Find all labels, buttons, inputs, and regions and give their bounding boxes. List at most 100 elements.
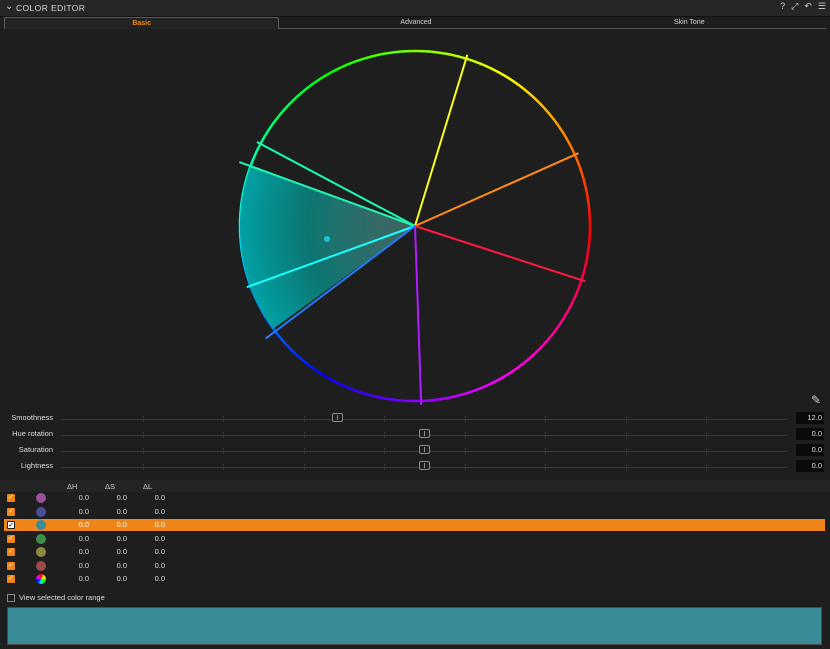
row-checkbox[interactable]: ✓ <box>7 508 15 516</box>
tab-basic[interactable]: Basic <box>4 17 280 29</box>
row-checkbox[interactable]: ✓ <box>7 562 15 570</box>
hue-ring-segment <box>581 268 587 276</box>
hue-ring-segment <box>559 127 565 135</box>
collapse-chevron-icon[interactable]: ⌄ <box>5 1 13 12</box>
table-row[interactable]: ✓ 0.0 0.0 0.0 <box>4 506 825 518</box>
view-selected-checkbox[interactable] <box>7 594 15 603</box>
hue-ring-segment <box>321 72 329 79</box>
row-checkbox[interactable]: ✓ <box>7 548 15 556</box>
hue-ring-segment <box>462 391 470 396</box>
hue-ring-segment <box>570 296 577 305</box>
hue-ring-segment <box>551 328 558 336</box>
delta-s-value: 0.0 <box>116 493 127 502</box>
lightness-value[interactable]: 0.0 <box>796 460 824 472</box>
table-row[interactable]: ✓ 0.0 0.0 0.0 <box>4 546 825 558</box>
eyedropper-icon[interactable]: ✎ <box>811 393 821 407</box>
hue-ring-segment <box>576 159 581 168</box>
reset-icon[interactable]: ↶ <box>804 1 812 12</box>
delta-h-value: 0.0 <box>78 574 89 583</box>
hue-ring-segment <box>272 116 279 124</box>
hue-ring-segment <box>337 64 346 70</box>
color-swatch[interactable] <box>36 507 46 517</box>
hue-ring-segment <box>439 51 447 56</box>
delta-l-value: 0.0 <box>154 574 165 583</box>
hue-ring-segment <box>288 98 295 106</box>
table-row[interactable]: ✓ 0.0 0.0 0.0 <box>4 533 825 545</box>
row-checkbox[interactable]: ✓ <box>7 575 15 583</box>
slider-handle[interactable] <box>331 413 343 422</box>
table-row[interactable]: ✓ 0.0 0.0 0.0 <box>4 492 825 504</box>
hue-ring-segment <box>456 393 464 398</box>
row-checkbox[interactable]: ✓ <box>7 494 15 502</box>
hue-ring-segment <box>586 244 591 252</box>
hue-ring-segment <box>336 381 345 388</box>
tab-skin-tone[interactable]: Skin Tone <box>552 17 826 29</box>
color-wheel[interactable] <box>210 40 620 410</box>
saturation-slider[interactable]: Saturation 0.0 <box>0 444 830 458</box>
hue-ring-segment <box>491 67 499 74</box>
hue-ring-segment <box>301 86 309 93</box>
hue-ring-segment <box>585 250 590 258</box>
color-swatch[interactable] <box>36 534 46 544</box>
table-row[interactable]: ✓ 0.0 0.0 0.0 <box>4 573 825 585</box>
table-row-selected[interactable]: ✓ 0.0 0.0 0.0 <box>4 519 825 531</box>
hue-ring-segment <box>311 79 319 86</box>
hue-ring-segment <box>371 394 379 399</box>
hue-ring-segment <box>484 382 493 388</box>
color-swatch[interactable] <box>36 520 46 530</box>
hue-ring-segment <box>568 143 574 151</box>
hue-ring-segment <box>479 384 487 390</box>
tab-advanced[interactable]: Advanced <box>279 17 553 29</box>
hue-spoke[interactable] <box>414 54 469 227</box>
help-icon[interactable]: ? <box>780 1 785 12</box>
hue-ring-segment <box>551 117 559 125</box>
slider-handle[interactable] <box>418 445 430 454</box>
view-selected-range-toggle[interactable]: View selected color range <box>7 593 105 603</box>
slider-track[interactable] <box>62 419 787 420</box>
hue-ring-segment <box>511 366 519 373</box>
hue-ring-segment <box>521 359 529 366</box>
hue-spoke[interactable] <box>414 152 579 227</box>
smoothness-value[interactable]: 12.0 <box>796 412 824 424</box>
hue-rotation-value[interactable]: 0.0 <box>796 428 824 440</box>
row-checkbox[interactable]: ✓ <box>7 521 15 529</box>
delta-h-value: 0.0 <box>78 493 89 502</box>
delta-l-value: 0.0 <box>154 561 165 570</box>
hue-ring-segment <box>480 62 488 68</box>
hue-ring-segment <box>279 107 287 115</box>
hue-spoke[interactable] <box>414 225 586 283</box>
row-checkbox[interactable]: ✓ <box>7 535 15 543</box>
hue-ring-segment <box>279 336 286 344</box>
expand-icon[interactable]: ⤢ <box>791 1 798 12</box>
hue-spoke[interactable] <box>414 225 423 405</box>
color-swatch[interactable] <box>36 574 46 584</box>
hue-ring-segment <box>360 56 368 61</box>
hue-ring-segment <box>353 388 362 394</box>
hue-ring-segment <box>315 369 323 376</box>
hue-ring-segment <box>275 332 282 340</box>
hue-ring-segment <box>390 50 398 54</box>
table-row[interactable]: ✓ 0.0 0.0 0.0 <box>4 560 825 572</box>
hue-ring-segment <box>451 53 459 58</box>
delta-l-value: 0.0 <box>154 547 165 556</box>
color-swatch[interactable] <box>36 493 46 503</box>
menu-icon[interactable]: ☰ <box>818 1 826 12</box>
hue-ring-segment <box>432 398 440 402</box>
hue-ring-segment <box>535 346 542 354</box>
color-swatch[interactable] <box>36 561 46 571</box>
lightness-slider[interactable]: Lightness 0.0 <box>0 460 830 474</box>
hue-rotation-slider[interactable]: Hue rotation 0.0 <box>0 428 830 442</box>
slider-handle[interactable] <box>418 461 430 470</box>
smoothness-slider[interactable]: Smoothness 12.0 <box>0 412 830 426</box>
hue-ring-segment <box>543 337 551 345</box>
hue-ring-segment <box>584 189 589 197</box>
hue-ring-segment <box>555 122 562 130</box>
color-swatch[interactable] <box>36 547 46 557</box>
hue-ring-segment <box>583 262 588 270</box>
hue-ring-segment <box>467 389 476 394</box>
slider-handle[interactable] <box>418 429 430 438</box>
selected-color-dot[interactable] <box>324 236 330 242</box>
hue-ring-segment <box>259 137 265 145</box>
saturation-value[interactable]: 0.0 <box>796 444 824 456</box>
delta-l-value: 0.0 <box>154 534 165 543</box>
